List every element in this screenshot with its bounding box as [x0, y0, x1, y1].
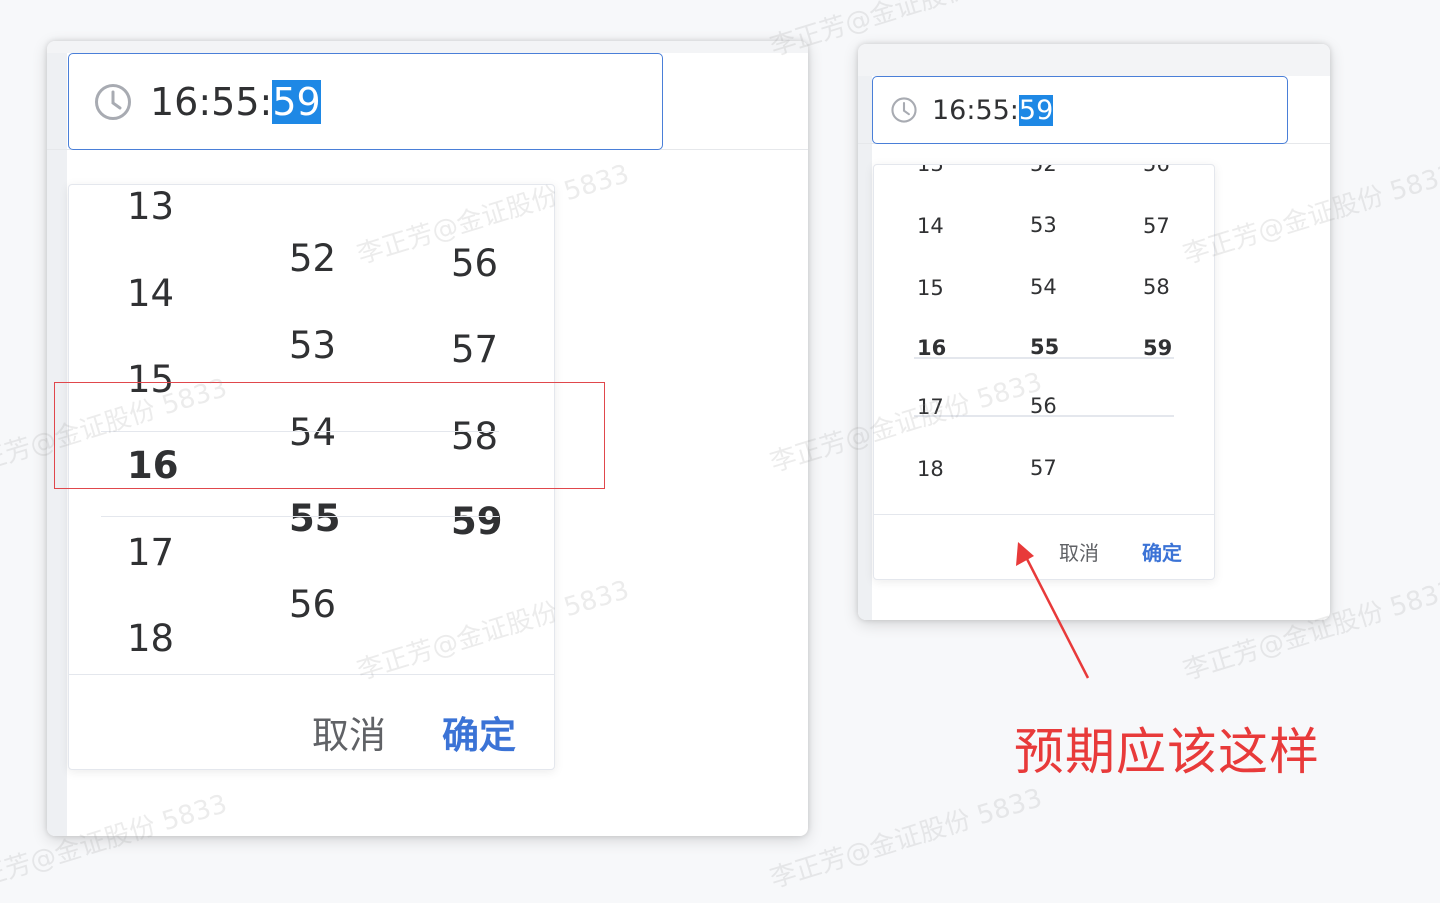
left-time-input[interactable]: 16:55:59	[68, 53, 663, 150]
left-minute-option[interactable]: 56	[289, 583, 336, 626]
left-second-option[interactable]: 56	[451, 242, 498, 285]
right-hour-option[interactable]: 13	[917, 165, 944, 176]
right-panel-footer-divider	[874, 514, 1214, 515]
left-second-option[interactable]: 57	[451, 328, 498, 371]
right-time-prefix: 16:55:	[932, 94, 1019, 126]
issue-highlight-box	[54, 382, 605, 489]
right-cancel-button[interactable]: 取消	[1059, 537, 1099, 566]
right-window-side-strip	[858, 44, 872, 620]
right-minute-option[interactable]: 57	[1030, 456, 1057, 480]
right-hour-option[interactable]: 18	[917, 457, 944, 481]
annotation-caption: 预期应该这样	[1014, 723, 1320, 781]
right-confirm-button[interactable]: 确定	[1142, 537, 1182, 566]
left-time-prefix: 16:55:	[150, 79, 273, 124]
right-time-value: 16:55:59	[932, 94, 1054, 126]
right-second-option[interactable]: 57	[1143, 214, 1170, 238]
right-selection-line-bottom	[914, 415, 1174, 417]
right-time-panel: 13 14 15 16 17 18 52 53 54 55 56 57 56 5…	[873, 164, 1215, 580]
left-minute-option-active[interactable]: 55	[289, 497, 341, 540]
left-panel-footer-divider	[69, 674, 554, 675]
right-minute-option-active[interactable]: 55	[1030, 335, 1059, 359]
right-window: 16:55:59 13 14 15 16 17 18 52 53 54 55 5…	[858, 44, 1330, 620]
right-second-option[interactable]: 56	[1143, 165, 1170, 176]
right-hour-option[interactable]: 15	[917, 276, 944, 300]
right-window-top-strip	[858, 44, 1330, 76]
right-time-selected-seconds: 59	[1018, 94, 1054, 126]
left-minute-option[interactable]: 53	[289, 324, 336, 367]
right-time-input[interactable]: 16:55:59	[872, 76, 1288, 144]
left-confirm-button[interactable]: 确定	[442, 705, 516, 759]
left-time-selected-seconds: 59	[272, 79, 321, 124]
left-hour-option[interactable]: 17	[127, 531, 174, 574]
left-second-option-active[interactable]: 59	[451, 500, 503, 543]
left-hour-option[interactable]: 18	[127, 617, 174, 660]
right-selection-line-top	[914, 357, 1174, 359]
right-minute-option[interactable]: 53	[1030, 213, 1057, 237]
left-cancel-button[interactable]: 取消	[312, 705, 386, 759]
clock-icon	[891, 97, 917, 123]
right-hour-option[interactable]: 14	[917, 214, 944, 238]
left-hour-option[interactable]: 14	[127, 272, 174, 315]
clock-icon	[95, 83, 131, 120]
right-minute-option[interactable]: 52	[1030, 165, 1057, 176]
left-minute-option[interactable]: 52	[289, 237, 336, 280]
left-window-top-strip	[47, 41, 808, 53]
left-selection-line-bottom	[101, 516, 499, 517]
left-time-value: 16:55:59	[150, 79, 321, 124]
right-second-option[interactable]: 58	[1143, 275, 1170, 299]
right-minute-option[interactable]: 54	[1030, 275, 1057, 299]
left-hour-option[interactable]: 13	[127, 185, 174, 228]
